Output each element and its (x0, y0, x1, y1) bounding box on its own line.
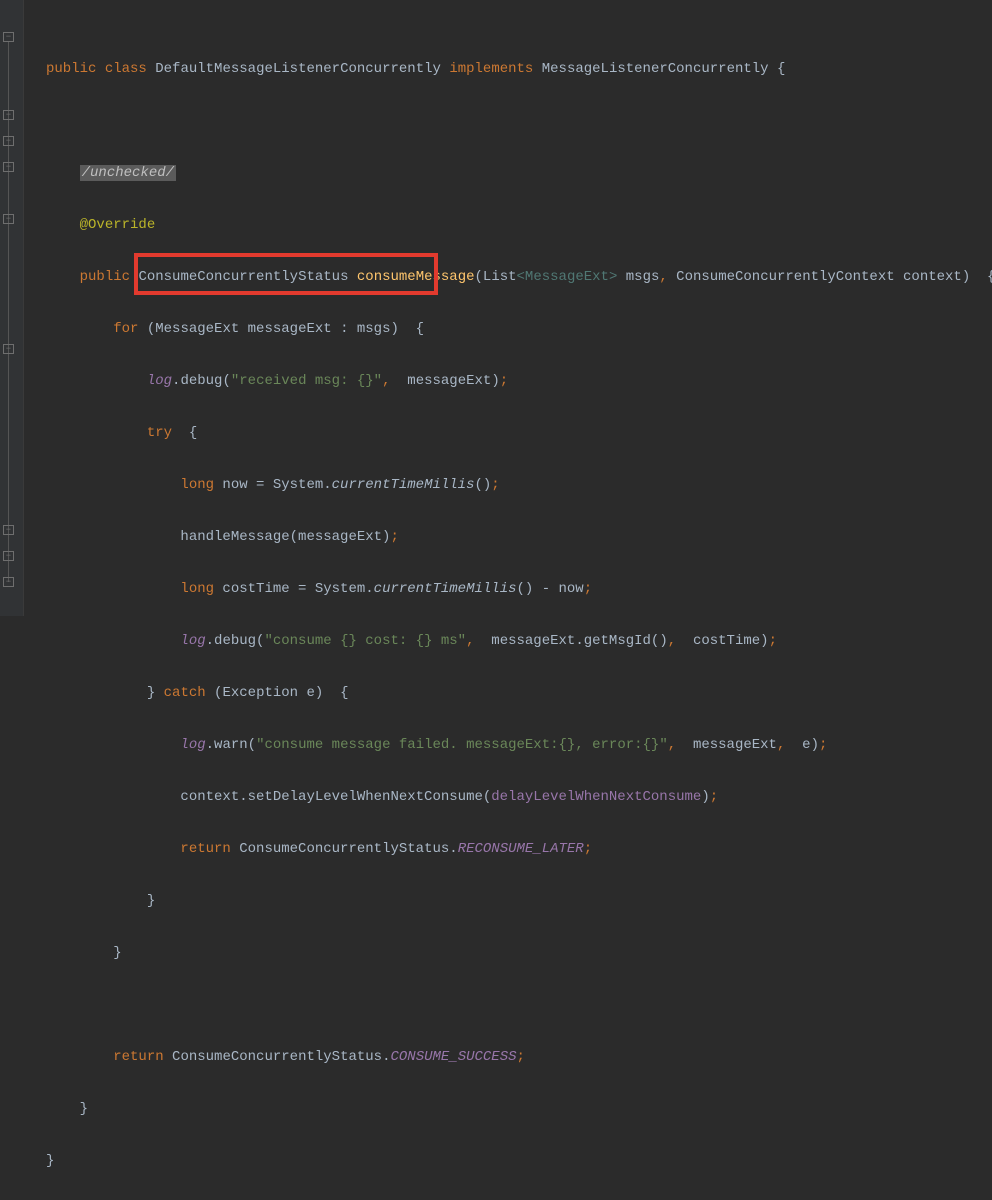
fold-toggle-icon[interactable]: − (3, 214, 14, 224)
fold-guide (8, 42, 9, 582)
code-line: for (MessageExt messageExt : msgs) { (46, 316, 992, 342)
fold-toggle-icon[interactable]: − (3, 110, 14, 120)
code-line: public class DefaultMessageListenerConcu… (46, 56, 992, 82)
code-line: @Override (46, 212, 992, 238)
code-line: } (46, 1148, 992, 1174)
fold-toggle-icon[interactable]: − (3, 136, 14, 146)
code-line: long now = System.currentTimeMillis(); (46, 472, 992, 498)
fold-toggle-icon[interactable]: − (3, 525, 14, 535)
code-line: log.debug("received msg: {}", messageExt… (46, 368, 992, 394)
code-line: log.debug("consume {} cost: {} ms", mess… (46, 628, 992, 654)
code-line: } (46, 1096, 992, 1122)
code-line: long costTime = System.currentTimeMillis… (46, 576, 992, 602)
code-line: handleMessage(messageExt); (46, 524, 992, 550)
fold-toggle-icon[interactable]: − (3, 162, 14, 172)
code-line: return ConsumeConcurrentlyStatus.CONSUME… (46, 1044, 992, 1070)
code-line: } catch (Exception e) { (46, 680, 992, 706)
fold-toggle-icon[interactable]: − (3, 32, 14, 42)
code-line: /unchecked/ (46, 160, 992, 186)
code-line (46, 992, 992, 1018)
fold-toggle-icon[interactable]: − (3, 344, 14, 354)
code-line: } (46, 888, 992, 914)
code-line: try { (46, 420, 992, 446)
code-line: public ConsumeConcurrentlyStatus consume… (46, 264, 992, 290)
fold-toggle-icon[interactable]: − (3, 577, 14, 587)
code-line (46, 108, 992, 134)
code-editor[interactable]: public class DefaultMessageListenerConcu… (24, 0, 992, 1200)
fold-toggle-icon[interactable]: − (3, 551, 14, 561)
editor-gutter: − − − − − − − − − (0, 0, 24, 616)
code-line: context.setDelayLevelWhenNextConsume(del… (46, 784, 992, 810)
code-line: log.warn("consume message failed. messag… (46, 732, 992, 758)
code-line: } (46, 940, 992, 966)
code-line: return ConsumeConcurrentlyStatus.RECONSU… (46, 836, 992, 862)
suppressed-comment: /unchecked/ (80, 165, 176, 181)
